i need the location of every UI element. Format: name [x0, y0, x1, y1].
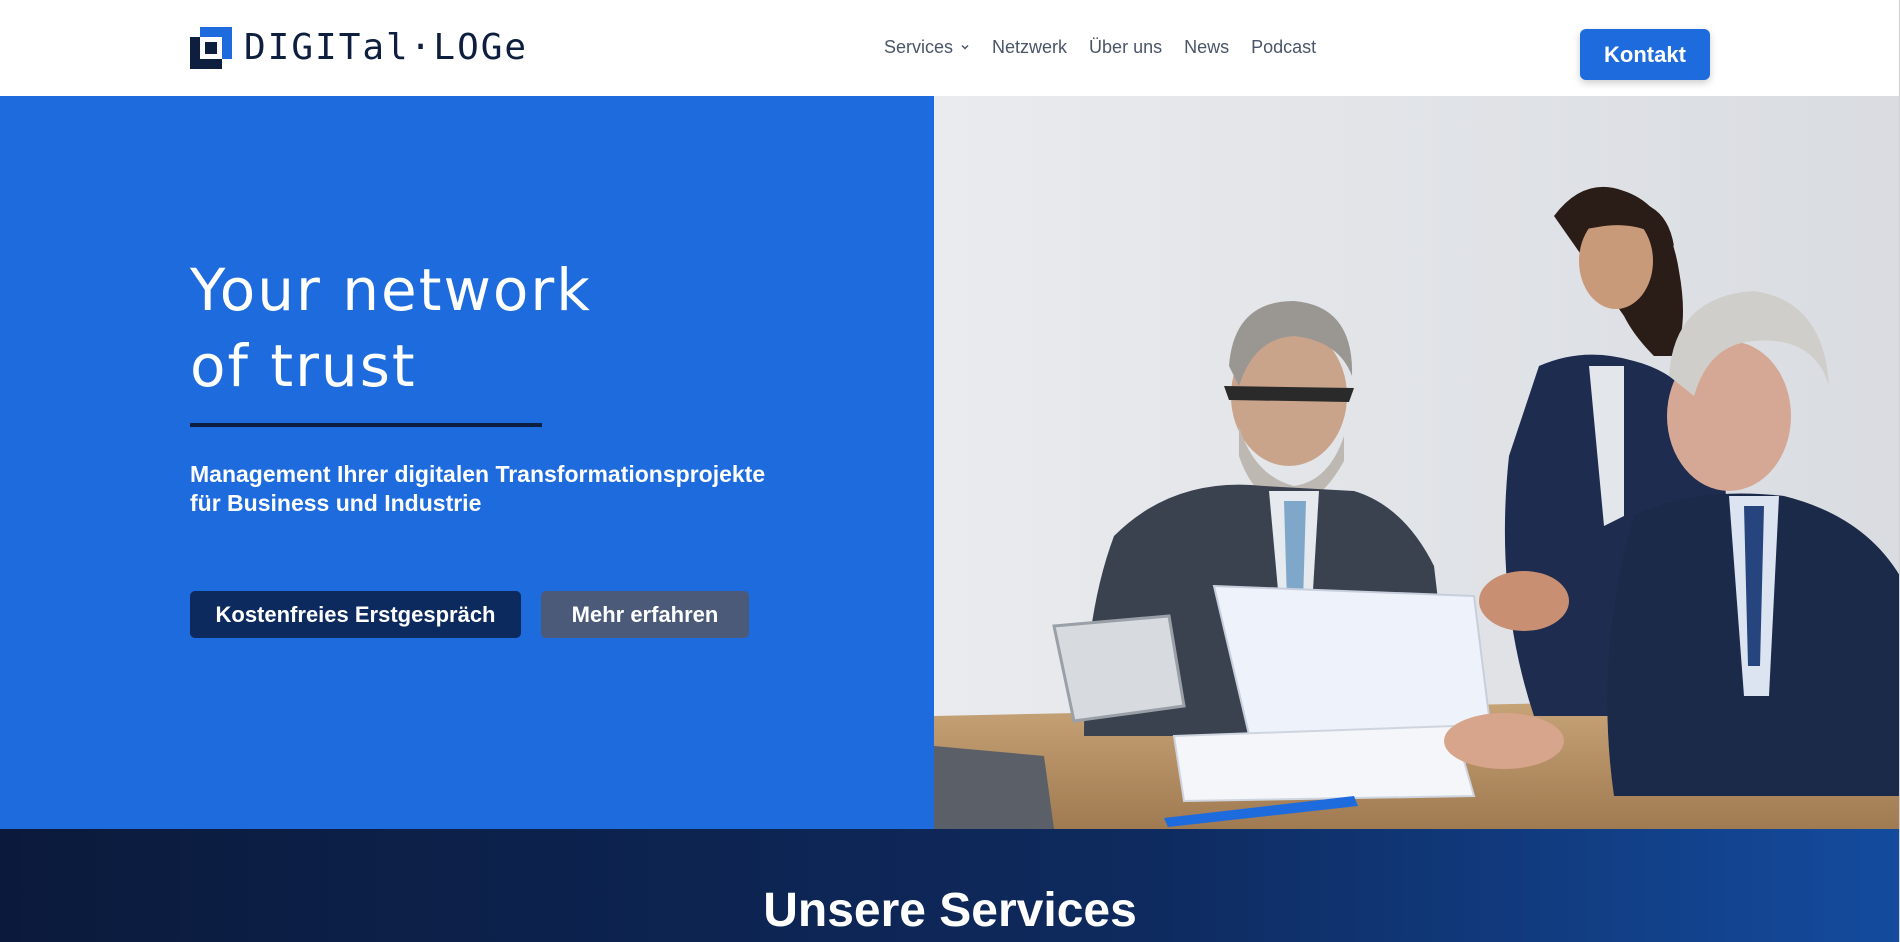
nav-item-label: News — [1184, 37, 1230, 57]
hero-title-line-1: Your network — [190, 256, 592, 324]
chevron-down-icon — [961, 44, 969, 50]
hero-photo-illustration — [934, 96, 1900, 829]
hero-subtitle-line-2: für Business und Industrie — [190, 490, 482, 516]
nav-item-label: Podcast — [1251, 37, 1317, 57]
nav-item-label: Über uns — [1089, 37, 1163, 57]
hero-subtitle-line-1: Management Ihrer digitalen Transformatio… — [190, 461, 766, 487]
nav-item-netzwerk[interactable]: Netzwerk — [992, 36, 1067, 58]
hero-title: Your network of trust — [190, 252, 592, 404]
nav-item-podcast[interactable]: Podcast — [1251, 36, 1316, 58]
logo-mark-icon — [190, 27, 232, 69]
logo[interactable]: DIGITal·LOGe — [190, 27, 528, 69]
services-title: Unsere Services — [763, 884, 1137, 937]
hero-title-line-2: of trust — [190, 332, 417, 400]
nav-item-services[interactable]: Services — [884, 36, 970, 58]
hero-divider — [190, 423, 542, 427]
learn-more-button[interactable]: Mehr erfahren — [541, 591, 749, 638]
site-header: DIGITal·LOGe Services Netzwerk Über uns … — [0, 0, 1900, 96]
nav-item-ueber-uns[interactable]: Über uns — [1089, 36, 1162, 58]
hero-photo-business-meeting — [934, 96, 1900, 829]
free-consultation-button[interactable]: Kostenfreies Erstgespräch — [190, 591, 521, 638]
contact-button[interactable]: Kontakt — [1580, 29, 1710, 80]
nav-item-label: Services — [884, 37, 954, 57]
logo-text: DIGITal·LOGe — [244, 27, 529, 68]
services-section: Unsere Services — [0, 829, 1900, 942]
main-nav: Services Netzwerk Über uns News Podcast — [884, 36, 1338, 58]
hero-subtitle: Management Ihrer digitalen Transformatio… — [190, 460, 810, 518]
nav-item-news[interactable]: News — [1184, 36, 1229, 58]
nav-item-label: Netzwerk — [992, 37, 1068, 57]
